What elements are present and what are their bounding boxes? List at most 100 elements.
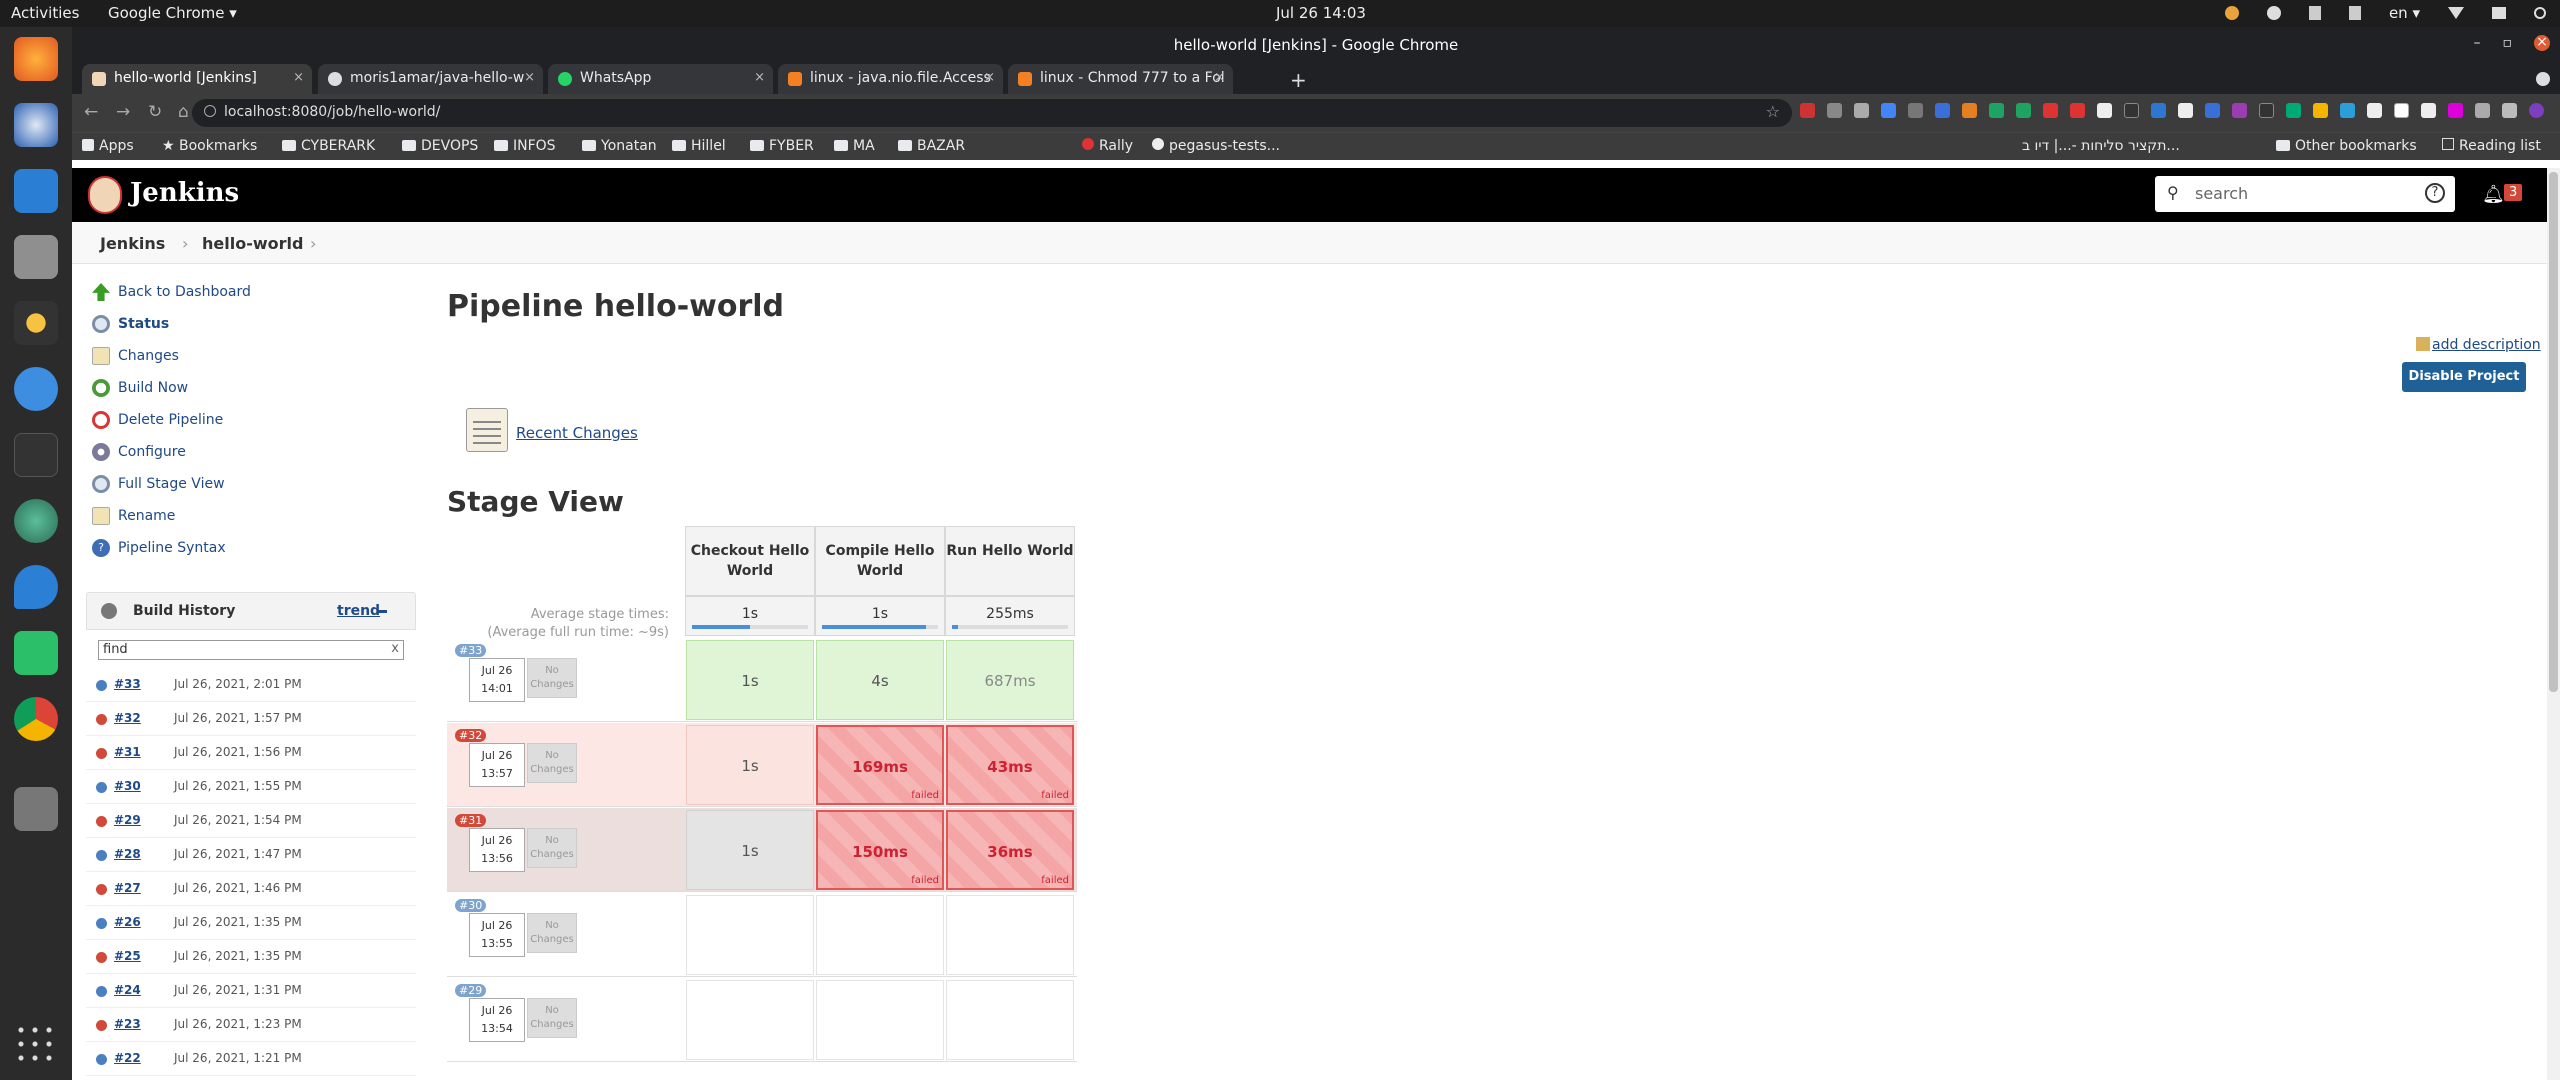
minimize-icon[interactable]: – [2474,35,2481,51]
tab-stackoverflow-2[interactable]: linux - Chmod 777 to a Fol × [1008,64,1233,94]
close-window-icon[interactable]: × [2534,35,2550,51]
volume-icon[interactable] [2492,7,2506,19]
build-date[interactable]: Jul 26, 2021, 1:31 PM [174,983,302,997]
run-badge[interactable]: #30 [455,899,487,912]
new-tab-icon[interactable]: + [1290,68,1307,92]
tab-search-icon[interactable] [2536,72,2550,86]
extension-icon[interactable] [2286,103,2301,118]
bookmark-reading-list[interactable]: Reading list [2442,138,2541,154]
build-number-link[interactable]: #33 [114,677,141,691]
clock[interactable]: Jul 26 14:03 [1276,4,1366,22]
build-row[interactable]: #27 Jul 26, 2021, 1:46 PM [86,872,416,906]
build-date[interactable]: Jul 26, 2021, 1:21 PM [174,1051,302,1065]
show-apps-icon[interactable] [14,1023,58,1067]
bookmark-star-icon[interactable]: ☆ [1766,102,1780,121]
files-icon[interactable] [14,235,58,279]
extension-icon[interactable] [2205,103,2220,118]
stage-cell[interactable] [686,895,814,975]
stage-cell[interactable]: 43ms failed [946,725,1074,805]
extensions-puzzle-icon[interactable] [2502,103,2517,118]
stage-cell[interactable] [946,980,1074,1060]
notes-icon[interactable] [2348,6,2361,20]
drop-icon[interactable] [14,565,58,609]
writer-icon[interactable] [14,169,58,213]
power-icon[interactable] [2534,7,2546,19]
build-date[interactable]: Jul 26, 2021, 1:35 PM [174,915,302,929]
close-tab-icon[interactable]: × [984,70,995,85]
extension-icon[interactable] [1989,103,2004,118]
close-tab-icon[interactable]: × [524,70,535,85]
forward-icon[interactable]: → [116,102,130,122]
bookmark-ma[interactable]: MA [834,138,875,154]
build-date[interactable]: Jul 26, 2021, 1:57 PM [174,711,302,725]
bookmark-fyber[interactable]: FYBER [750,138,814,154]
run-changes[interactable]: No Changes [527,998,577,1038]
extension-icon[interactable] [2178,103,2193,118]
extension-icon[interactable] [2340,103,2355,118]
rhythmbox-icon[interactable] [14,301,58,345]
stage-cell[interactable]: 169ms failed [816,725,944,805]
disable-project-button[interactable]: Disable Project [2402,362,2526,392]
chrome-tray-icon[interactable] [2224,6,2239,20]
build-row[interactable]: #22 Jul 26, 2021, 1:21 PM [86,1042,416,1076]
run-changes[interactable]: No Changes [527,658,577,698]
build-row[interactable]: #25 Jul 26, 2021, 1:35 PM [86,940,416,974]
build-row[interactable]: #30 Jul 26, 2021, 1:55 PM [86,770,416,804]
close-tab-icon[interactable]: × [754,70,765,85]
stage-cell[interactable] [946,895,1074,975]
reload-icon[interactable]: ↻ [148,102,162,122]
build-date[interactable]: Jul 26, 2021, 1:35 PM [174,949,302,963]
info-icon[interactable] [204,105,216,117]
run-badge[interactable]: #33 [455,644,487,657]
extension-icon[interactable] [2016,103,2031,118]
trend-link[interactable]: trend [337,603,380,619]
extension-icon[interactable] [1962,103,1977,118]
run-badge[interactable]: #31 [455,814,487,827]
bookmark-hebrew[interactable]: תקציר סליחות -...| דיו ב... [2022,138,2180,154]
build-number-link[interactable]: #26 [114,915,141,929]
tab-github[interactable]: moris1amar/java-hello-w × [318,64,543,94]
thunderbird-icon[interactable] [14,103,58,147]
build-row[interactable]: #31 Jul 26, 2021, 1:56 PM [86,736,416,770]
build-row[interactable]: #24 Jul 26, 2021, 1:31 PM [86,974,416,1008]
add-description-link[interactable]: add description [2416,337,2541,353]
build-number-link[interactable]: #27 [114,881,141,895]
terminal-icon[interactable] [14,433,58,477]
build-date[interactable]: Jul 26, 2021, 1:23 PM [174,1017,302,1031]
stage-cell[interactable]: 36ms failed [946,810,1074,890]
recent-changes-link[interactable]: Recent Changes [516,424,638,442]
stage-cell[interactable] [686,980,814,1060]
search-input[interactable]: ⚲ search ? [2155,176,2455,212]
stage-cell[interactable] [816,895,944,975]
bookmark-yonatan[interactable]: Yonatan [582,138,657,154]
extension-icon[interactable] [2259,103,2274,118]
chrome-icon[interactable] [14,697,58,741]
bookmark-other[interactable]: Other bookmarks [2276,138,2417,154]
tab-stackoverflow-1[interactable]: linux - java.nio.file.Access × [778,64,1003,94]
build-number-link[interactable]: #22 [114,1051,141,1065]
firefox-icon[interactable] [14,37,58,81]
extension-icon[interactable] [1800,103,1815,118]
extension-icon[interactable] [2043,103,2058,118]
build-row[interactable]: #23 Jul 26, 2021, 1:23 PM [86,1008,416,1042]
language-indicator[interactable]: en ▾ [2389,4,2420,22]
build-number-link[interactable]: #29 [114,813,141,827]
bookmark-infos[interactable]: INFOS [494,138,556,154]
extension-icon[interactable] [1935,103,1950,118]
extension-icon[interactable] [2448,103,2463,118]
build-row[interactable]: #28 Jul 26, 2021, 1:47 PM [86,838,416,872]
build-number-link[interactable]: #28 [114,847,141,861]
build-date[interactable]: Jul 26, 2021, 1:46 PM [174,881,302,895]
breadcrumb-chevron-icon[interactable]: › [310,234,316,253]
stage-cell[interactable] [816,980,944,1060]
address-bar[interactable]: localhost:8080/job/hello-world/ ☆ [192,99,1792,127]
bookmark-bookmarks[interactable]: ★ Bookmarks [162,138,257,154]
extension-icon[interactable] [2421,103,2436,118]
breadcrumb-hello-world[interactable]: hello-world [202,234,303,253]
build-number-link[interactable]: #32 [114,711,141,725]
activities-button[interactable]: Activities [11,4,79,22]
bookmark-rally[interactable]: Rally [1082,138,1133,154]
close-tab-icon[interactable]: × [1214,70,1225,85]
tab-whatsapp[interactable]: WhatsApp × [548,64,773,94]
build-number-link[interactable]: #25 [114,949,141,963]
